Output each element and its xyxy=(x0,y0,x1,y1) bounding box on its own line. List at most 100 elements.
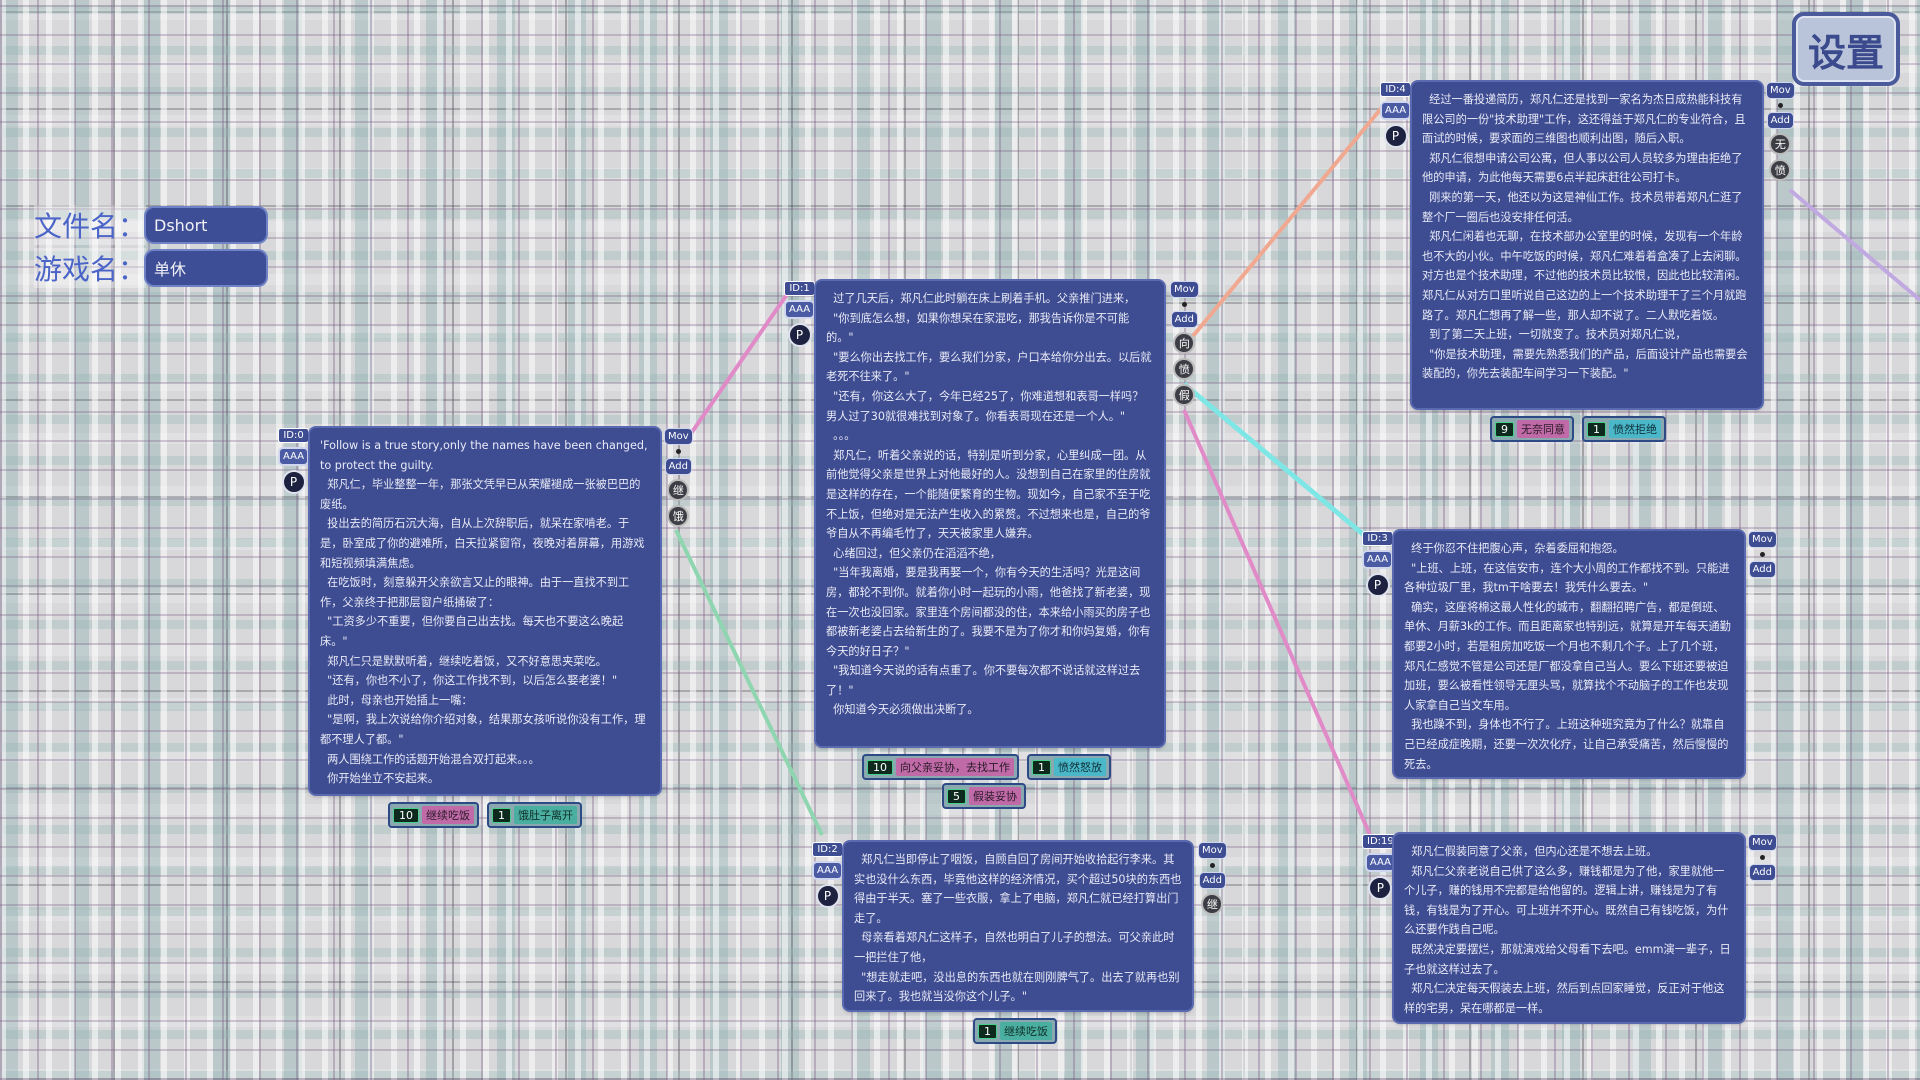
connector-dot[interactable] xyxy=(675,449,681,454)
node-3-right-tools: Mov Add xyxy=(1748,531,1777,578)
node-id-label: ID:2 xyxy=(812,842,843,857)
add-choice-button[interactable]: Add xyxy=(1748,864,1777,881)
choice-weight: 10 xyxy=(867,759,893,775)
add-choice-button[interactable]: Add xyxy=(1748,561,1777,578)
link-port-icon[interactable]: 愤 xyxy=(1769,159,1792,181)
choice-option[interactable]: 10 向父亲妥协，去找工作 xyxy=(862,754,1019,780)
play-button[interactable]: P xyxy=(1365,573,1390,597)
connector-dot[interactable] xyxy=(1759,552,1765,557)
node-4-left-tools: ID:4 AAA P xyxy=(1380,82,1412,148)
node-0-choices: 10 继续吃饭 1 饿肚子离开 xyxy=(388,802,582,828)
node-1-choices: 10 向父亲妥协，去找工作 1 愤然怒放 xyxy=(862,754,1111,780)
settings-button[interactable]: 设置 xyxy=(1792,12,1900,86)
choice-label: 向父亲妥协，去找工作 xyxy=(896,758,1014,776)
choice-option[interactable]: 1 愤然怒放 xyxy=(1027,754,1111,780)
node-id-label: ID:3 xyxy=(1362,531,1393,546)
node-4-choices: 9 无奈同意 1 愤然拒绝 xyxy=(1490,416,1666,442)
play-button[interactable]: P xyxy=(281,470,306,494)
node-2-left-tools: ID:2 AAA P xyxy=(812,842,844,908)
game-name-row: 游戏名： 单休 xyxy=(34,248,266,288)
choice-weight: 9 xyxy=(1495,421,1514,437)
link-port-icon[interactable]: 继 xyxy=(1201,893,1224,915)
choice-option[interactable]: 1 继续吃饭 xyxy=(973,1018,1057,1044)
choice-weight: 1 xyxy=(1587,421,1606,437)
text-style-button[interactable]: AAA xyxy=(1362,550,1394,569)
node-id-label: ID:0 xyxy=(278,428,309,443)
choice-weight: 1 xyxy=(978,1023,997,1039)
story-node-4[interactable]: 经过一番投递简历，郑凡仁还是找到一家名为杰日成热能科技有限公司的一份"技术助理"… xyxy=(1412,82,1762,408)
connector-dot[interactable] xyxy=(1181,302,1187,307)
node-0-left-tools: ID:0 AAA P xyxy=(278,428,310,494)
choice-option[interactable]: 5 假装妥协 xyxy=(942,783,1026,809)
choice-label: 愤然拒绝 xyxy=(1609,420,1661,438)
link-port-icon[interactable]: 饿 xyxy=(667,505,690,527)
add-choice-button[interactable]: Add xyxy=(1170,311,1199,328)
link-port-icon[interactable]: 向 xyxy=(1173,332,1196,354)
link-port-icon[interactable]: 愤 xyxy=(1173,358,1196,380)
file-name-label: 文件名： xyxy=(34,205,146,245)
choice-option[interactable]: 10 继续吃饭 xyxy=(388,802,479,828)
node-1-right-tools: Mov Add 向 愤 假 xyxy=(1170,281,1199,406)
node-1-left-tools: ID:1 AAA P xyxy=(784,281,816,347)
choice-option[interactable]: 1 愤然拒绝 xyxy=(1582,416,1666,442)
play-button[interactable]: P xyxy=(787,323,812,347)
move-handle[interactable]: Mov xyxy=(664,428,693,445)
choice-weight: 10 xyxy=(393,807,419,823)
story-node-0[interactable]: 'Follow is a true story,only the names h… xyxy=(310,428,660,794)
move-handle[interactable]: Mov xyxy=(1170,281,1199,298)
connector-dot[interactable] xyxy=(1759,855,1765,860)
node-text: 过了几天后，郑凡仁此时躺在床上刷着手机。父亲推门进来， "你到底怎么想，如果你想… xyxy=(826,292,1152,717)
choice-option[interactable]: 1 饿肚子离开 xyxy=(487,802,582,828)
story-node-1[interactable]: 过了几天后，郑凡仁此时躺在床上刷着手机。父亲推门进来， "你到底怎么想，如果你想… xyxy=(816,281,1164,746)
choice-label: 继续吃饭 xyxy=(1000,1022,1052,1040)
move-handle[interactable]: Mov xyxy=(1766,82,1795,99)
link-port-icon[interactable]: 无 xyxy=(1769,133,1792,155)
link-id1-to-id19 xyxy=(1182,409,1372,836)
play-button[interactable]: P xyxy=(1368,876,1393,900)
play-button[interactable]: P xyxy=(815,884,840,908)
add-choice-button[interactable]: Add xyxy=(1766,112,1795,129)
choice-weight: 1 xyxy=(1032,759,1051,775)
node-text: 郑凡仁当即停止了咽饭，自顾自回了房间开始收拾起行李来。其实也没什么东西，毕竟他这… xyxy=(854,853,1182,1004)
text-style-button[interactable]: AAA xyxy=(812,861,844,880)
link-id1-to-id4 xyxy=(1191,103,1386,338)
add-choice-button[interactable]: Add xyxy=(664,458,693,475)
choice-label: 愤然怒放 xyxy=(1054,758,1106,776)
text-style-button[interactable]: AAA xyxy=(784,300,816,319)
node-2-right-tools: Mov Add 继 xyxy=(1198,842,1227,915)
link-port-icon[interactable]: 继 xyxy=(667,479,690,501)
text-style-button[interactable]: AAA xyxy=(1380,101,1412,120)
connector-dot[interactable] xyxy=(1777,103,1783,108)
game-name-label: 游戏名： xyxy=(34,248,146,288)
file-name-field[interactable]: Dshort xyxy=(146,208,266,242)
move-handle[interactable]: Mov xyxy=(1198,842,1227,859)
node-19-right-tools: Mov Add xyxy=(1748,834,1777,881)
connector-dot[interactable] xyxy=(1209,863,1215,868)
link-id0-to-id2 xyxy=(674,529,824,836)
node-2-choices: 1 继续吃饭 xyxy=(973,1018,1057,1044)
node-text: 'Follow is a true story,only the names h… xyxy=(320,439,648,786)
add-choice-button[interactable]: Add xyxy=(1198,872,1227,889)
choice-weight: 1 xyxy=(492,807,511,823)
story-node-19[interactable]: 郑凡仁假装同意了父亲，但内心还是不想去上班。 郑凡仁父亲老说自己供了这么多，赚钱… xyxy=(1394,834,1744,1022)
node-1-choices-row2: 5 假装妥协 xyxy=(942,783,1026,809)
node-text: 经过一番投递简历，郑凡仁还是找到一家名为杰日成热能科技有限公司的一份"技术助理"… xyxy=(1422,93,1748,381)
text-style-button[interactable]: AAA xyxy=(278,447,310,466)
play-button[interactable]: P xyxy=(1383,124,1408,148)
link-port-icon[interactable]: 假 xyxy=(1173,384,1196,406)
story-node-3[interactable]: 终于你忍不住把腹心声，杂着委屈和抱怨。 "上班、上班，在这信安市，连个大小周的工… xyxy=(1394,531,1744,777)
node-3-left-tools: ID:3 AAA P xyxy=(1362,531,1394,597)
move-handle[interactable]: Mov xyxy=(1748,834,1777,851)
link-id0-to-id1 xyxy=(688,288,792,437)
move-handle[interactable]: Mov xyxy=(1748,531,1777,548)
text-style-button[interactable]: AAA xyxy=(1364,853,1396,872)
choice-label: 饿肚子离开 xyxy=(514,806,577,824)
choice-option[interactable]: 9 无奈同意 xyxy=(1490,416,1574,442)
node-0-right-tools: Mov Add 继 饿 xyxy=(664,428,693,527)
choice-label: 无奈同意 xyxy=(1517,420,1569,438)
choice-weight: 5 xyxy=(947,788,966,804)
story-node-2[interactable]: 郑凡仁当即停止了咽饭，自顾自回了房间开始收拾起行李来。其实也没什么东西，毕竟他这… xyxy=(844,842,1192,1010)
node-id-label: ID:4 xyxy=(1380,82,1411,97)
node-id-label: ID:1 xyxy=(784,281,815,296)
game-name-field[interactable]: 单休 xyxy=(146,251,266,285)
